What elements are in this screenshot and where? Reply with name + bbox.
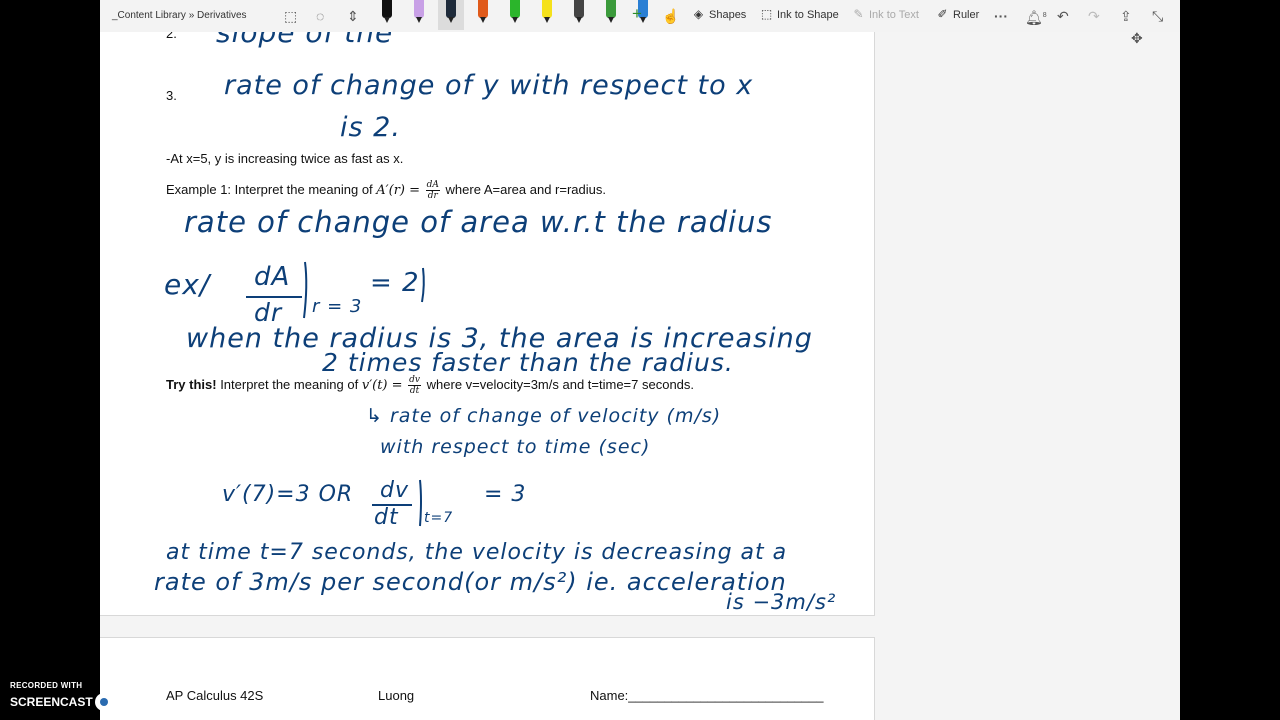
ink-to-shape-button[interactable]: ⬚ Ink to Shape <box>760 8 839 21</box>
more-options-icon[interactable]: ··· <box>994 8 1008 24</box>
add-pen-icon[interactable]: + <box>632 5 642 22</box>
redo-icon[interactable]: ↷ <box>1088 8 1100 24</box>
ink-v7: v′(7)=3 OR <box>222 482 354 507</box>
ink-area-line: rate of change of area w.r.t the radius <box>184 205 773 239</box>
screencast-logo-icon <box>94 693 113 711</box>
ink-to-text-icon: ✎ <box>853 7 864 21</box>
lasso-select-icon[interactable]: ⬚ <box>284 8 297 24</box>
ink-to-text-button[interactable]: ✎ Ink to Text <box>852 7 919 21</box>
fraction-denominator: dt <box>409 386 420 396</box>
shapes-button[interactable]: ◈ Shapes <box>692 8 746 21</box>
ruler-icon: ✐ <box>937 7 948 21</box>
pen-body <box>414 0 424 18</box>
watermark-text-a: SCREENCAST <box>10 695 93 709</box>
try-this-fraction: dv dt <box>408 375 422 396</box>
example-1-suffix: where A=area and r=radius. <box>445 181 606 197</box>
student-name-field: Name:___________________________ <box>590 688 824 703</box>
pen-tip <box>384 17 390 23</box>
breadcrumb[interactable]: _Content Library » Derivatives <box>112 10 247 21</box>
notification-count: 8 <box>1042 12 1047 19</box>
onenote-window: 2. 3. -At x=5, y is increasing twice as … <box>100 0 1180 720</box>
x5-statement: -At x=5, y is increasing twice as fast a… <box>166 151 404 166</box>
pen-4-icon[interactable] <box>476 0 490 26</box>
ink-time-line-2: rate of 3m/s per second(or m/s²) ie. acc… <box>154 568 787 596</box>
notifications-bell-icon[interactable]: 🔔︎8 <box>1025 8 1047 26</box>
example-1-prompt: Example 1: Interpret the meaning of A′(r… <box>166 180 606 201</box>
pen-body <box>478 0 488 18</box>
pen-tip <box>480 17 486 23</box>
pen-tip <box>416 17 422 23</box>
pen-1-icon[interactable] <box>380 0 394 26</box>
ink-rate-line-1: rate of change of y with respect to x <box>224 70 754 101</box>
try-this-function: v′(t) = <box>361 377 403 393</box>
pen-5-icon[interactable] <box>508 0 522 26</box>
pen-2-icon[interactable] <box>412 0 426 26</box>
example-1-fraction: dA dr <box>425 180 440 201</box>
right-black-border <box>1180 0 1280 720</box>
ink-ex-label: ex/ <box>164 268 211 301</box>
share-icon[interactable]: ⇪ <box>1120 8 1132 24</box>
try-this-label: Try this! <box>166 376 217 392</box>
pen-body <box>606 0 616 18</box>
pen-tip <box>544 17 550 23</box>
try-this-prefix: Interpret the meaning of <box>216 376 362 392</box>
screencast-watermark: RECORDED WITH SCREENCAST MATIC <box>10 681 152 711</box>
watermark-line-1: RECORDED WITH <box>10 681 83 690</box>
pen-3-icon[interactable] <box>444 0 458 26</box>
pen-7-icon[interactable] <box>572 0 586 26</box>
ink-time-line-3: is −3m/s² <box>726 590 837 614</box>
ink-eq-2: = 2 <box>370 268 420 298</box>
ink-dv: dv <box>380 478 409 503</box>
pen-body <box>446 0 456 18</box>
pen-tip <box>448 17 454 23</box>
pen-body <box>510 0 520 18</box>
ruler-button[interactable]: ✐ Ruler <box>936 8 979 21</box>
fraction-numerator: dA <box>425 180 440 191</box>
ink-velocity-line-2: with respect to time (sec) <box>380 436 651 458</box>
ink-velocity-line-1: ↳ rate of change of velocity (m/s) <box>366 405 722 427</box>
pen-8-icon[interactable] <box>604 0 618 26</box>
touch-draw-icon[interactable]: ☝ <box>662 8 679 24</box>
eraser-icon[interactable]: ◌ <box>316 8 324 24</box>
ink-to-shape-label: Ink to Shape <box>777 8 839 21</box>
undo-icon[interactable]: ↶ <box>1057 8 1069 24</box>
watermark-logo: SCREENCAST MATIC <box>10 693 152 711</box>
ink-t-eq-7: t=7 <box>424 510 454 526</box>
watermark-text-b: MATIC <box>114 695 152 709</box>
teacher-name: Luong <box>378 688 415 703</box>
fraction-denominator: dr <box>427 191 438 201</box>
ink-r-eq-3: r = 3 <box>312 296 363 317</box>
course-name: AP Calculus 42S <box>166 688 264 703</box>
pen-6-icon[interactable] <box>540 0 554 26</box>
pen-tip <box>608 17 614 23</box>
draw-toolbar: _Content Library » Derivatives ⬚ ◌ ⇕ + ☝… <box>100 0 1180 32</box>
ink-to-shape-icon: ⬚ <box>760 7 773 21</box>
ink-rate-line-2: is 2. <box>340 112 401 143</box>
ink-dt: dt <box>374 505 399 530</box>
ink-eq-3: = 3 <box>484 482 527 507</box>
pen-tip <box>576 17 582 23</box>
pen-body <box>574 0 584 18</box>
fullscreen-icon[interactable]: ⤡ <box>1152 8 1163 24</box>
move-pin-icon[interactable]: ✥ <box>1131 30 1143 46</box>
shapes-icon: ◈ <box>693 7 704 21</box>
pen-body <box>382 0 392 18</box>
ink-time-line-1: at time t=7 seconds, the velocity is dec… <box>166 540 788 565</box>
example-1-function: A′(r) = <box>376 182 421 198</box>
shapes-label: Shapes <box>709 8 747 21</box>
try-this-prompt: Try this! Interpret the meaning of v′(t)… <box>166 375 694 396</box>
pen-tip <box>512 17 518 23</box>
ruler-label: Ruler <box>953 8 980 21</box>
item-3-number: 3. <box>166 88 177 103</box>
notebook-page-footer: AP Calculus 42S Luong Name:_____________… <box>100 637 875 720</box>
pen-body <box>542 0 552 18</box>
try-this-suffix: where v=velocity=3m/s and t=time=7 secon… <box>426 376 695 392</box>
add-space-icon[interactable]: ⇕ <box>347 8 359 24</box>
ink-to-text-label: Ink to Text <box>869 8 919 21</box>
ink-when-line-2: 2 times faster than the radius. <box>322 348 734 377</box>
example-1-prefix: Example 1: Interpret the meaning of <box>166 181 377 197</box>
ink-dA: dA <box>254 262 291 292</box>
